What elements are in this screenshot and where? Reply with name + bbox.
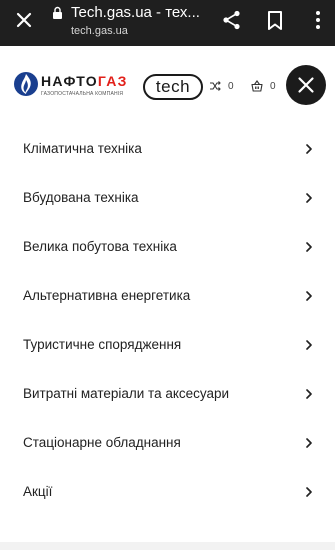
menu-item-label: Велика побутова техніка [23,239,177,254]
chevron-right-icon [306,339,312,350]
compare-count: 0 [228,80,234,92]
cart-link[interactable]: 0 [251,78,276,94]
close-tab-icon[interactable] [14,10,34,30]
page-title: Tech.gas.ua - тех... [71,4,200,21]
share-icon[interactable] [221,9,243,31]
chevron-right-icon [306,486,312,497]
more-options-icon[interactable] [307,9,329,31]
menu-item-alternative-energy[interactable]: Альтернативна енергетика [0,271,335,320]
logo-wordmark: НАФТОГАЗ [41,73,128,89]
close-menu-button[interactable] [286,65,326,105]
menu-item-label: Витратні матеріали та аксесуари [23,386,230,401]
shuffle-compare-icon [210,81,221,91]
close-icon [298,77,314,93]
compare-link[interactable]: 0 [209,78,234,94]
basket-icon [251,80,263,92]
lock-icon [53,6,62,19]
menu-item-label: Стаціонарне обладнання [23,435,181,450]
chevron-right-icon [306,241,312,252]
naftogaz-flame-icon [14,72,38,96]
menu-item-label: Вбудована техніка [23,190,139,205]
browser-toolbar: Tech.gas.ua - тех... tech.gas.ua [0,0,335,46]
menu-item-climate[interactable]: Кліматична техніка [0,124,335,173]
menu-item-label: Туристичне спорядження [23,337,182,352]
bookmark-icon[interactable] [264,9,286,31]
category-menu: Кліматична техніка Вбудована техніка Вел… [0,124,335,516]
menu-item-large-appliances[interactable]: Велика побутова техніка [0,222,335,271]
menu-item-built-in[interactable]: Вбудована техніка [0,173,335,222]
menu-item-label: Альтернативна енергетика [23,288,191,303]
logo-subtitle: ГАЗОПОСТАЧАЛЬНА КОМПАНІЯ [41,91,124,97]
menu-item-label: Акції [23,484,53,499]
tech-badge[interactable]: tech [143,74,203,100]
chevron-right-icon [306,437,312,448]
bottom-divider [0,542,335,550]
chevron-right-icon [306,192,312,203]
site-logo[interactable]: НАФТОГАЗ ГАЗОПОСТАЧАЛЬНА КОМПАНІЯ [13,71,135,101]
page-url[interactable]: tech.gas.ua [71,25,128,37]
site-header: НАФТОГАЗ ГАЗОПОСТАЧАЛЬНА КОМПАНІЯ tech 0… [0,46,335,126]
chevron-right-icon [306,388,312,399]
menu-item-label: Кліматична техніка [23,141,142,156]
menu-item-stationary-equipment[interactable]: Стаціонарне обладнання [0,418,335,467]
menu-item-tourist-gear[interactable]: Туристичне спорядження [0,320,335,369]
chevron-right-icon [306,143,312,154]
menu-item-consumables[interactable]: Витратні матеріали та аксесуари [0,369,335,418]
menu-item-promotions[interactable]: Акції [0,467,335,516]
chevron-right-icon [306,290,312,301]
cart-count: 0 [270,80,276,92]
